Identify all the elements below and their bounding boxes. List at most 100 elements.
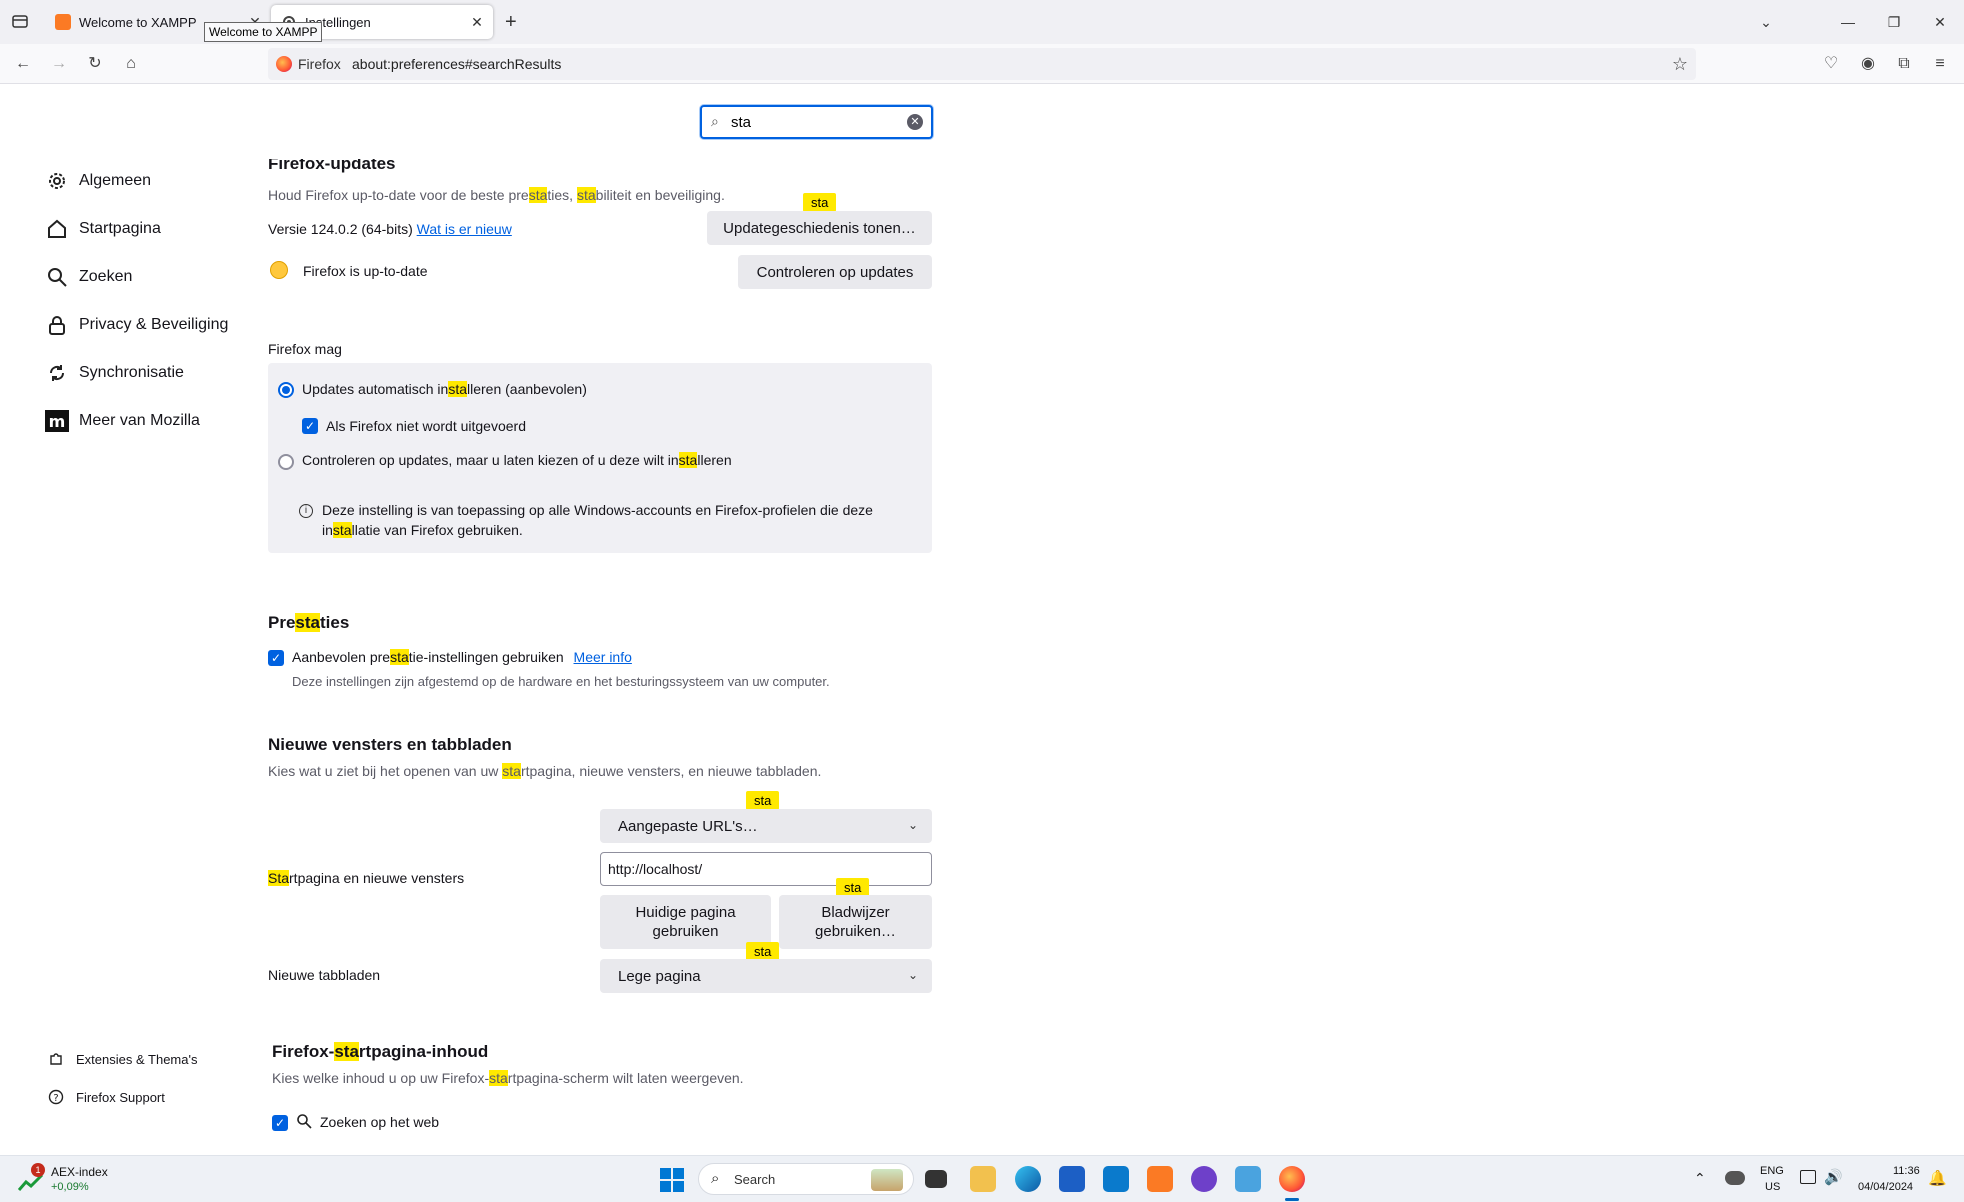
list-all-tabs-icon[interactable] (11, 13, 29, 29)
stock-widget[interactable]: 1 AEX-index +0,09% (18, 1163, 118, 1196)
forward-icon[interactable]: → (49, 54, 69, 74)
text-part: ties, (547, 187, 577, 203)
sidebar-item-privacy[interactable]: Privacy & Beveiliging (45, 311, 228, 339)
xampp-icon[interactable] (1147, 1166, 1173, 1192)
onedrive-icon[interactable] (1725, 1171, 1745, 1185)
sidebar-item-startpagina[interactable]: Startpagina (45, 215, 161, 243)
chevron-down-icon: ⌄ (907, 968, 918, 982)
minimize-icon[interactable]: — (1838, 12, 1858, 32)
sidebar-item-label: Algemeen (79, 172, 152, 189)
reload-icon[interactable]: ↻ (85, 54, 105, 74)
firefox-allow-label: Firefox mag (268, 341, 342, 357)
store-icon[interactable] (1059, 1166, 1085, 1192)
sidebar-item-algemeen[interactable]: Algemeen (45, 167, 151, 195)
search-icon (296, 1113, 312, 1129)
pocket-icon[interactable]: ♡ (1821, 54, 1841, 74)
section-heading-windows: Nieuwe vensters en tabbladen (268, 735, 512, 754)
sidebar-link-extensies[interactable]: Extensies & Thema's (48, 1051, 197, 1067)
tab-overflow-chevron-icon[interactable]: ⌄ (1756, 12, 1776, 32)
checkbox-when-closed[interactable]: ✓ (302, 418, 318, 434)
radio-manual-label: Controleren op updates, maar u laten kie… (302, 452, 732, 468)
control-panel-icon[interactable] (1235, 1166, 1261, 1192)
text-part: Houd Firefox up-to-date voor de beste pr… (268, 187, 529, 203)
use-current-page-button[interactable]: Huidige pagina gebruiken (600, 895, 771, 949)
home-content-description: Kies welke inhoud u op uw Firefox-startp… (272, 1070, 744, 1086)
extensions-icon[interactable]: ⧉ (1894, 54, 1914, 74)
url-bar[interactable]: Firefox about:preferences#searchResults … (268, 48, 1696, 80)
bookmark-star-icon[interactable]: ☆ (1672, 54, 1688, 75)
back-icon[interactable]: ← (13, 54, 33, 74)
search-value[interactable]: sta (731, 114, 751, 131)
home-page-select[interactable]: Aangepaste URL's… ⌄ (600, 809, 932, 843)
search-highlight: sta (334, 1042, 359, 1061)
close-tab-icon[interactable]: ✕ (469, 14, 485, 30)
select-value: Lege pagina (618, 967, 701, 985)
update-history-button[interactable]: Updategeschiedenis tonen… (707, 211, 932, 245)
text-part: Aanbevolen pre (292, 649, 391, 665)
sidebar-link-support[interactable]: ? Firefox Support (48, 1089, 165, 1105)
account-icon[interactable]: ◉ (1858, 54, 1878, 74)
vscode-icon[interactable] (1103, 1166, 1129, 1192)
clear-search-icon[interactable]: ✕ (907, 114, 923, 130)
sidebar-item-meer-van-mozilla[interactable]: m Meer van Mozilla (45, 407, 200, 435)
windows-start-icon[interactable] (660, 1168, 684, 1192)
close-window-icon[interactable]: ✕ (1930, 12, 1950, 32)
volume-icon[interactable]: 🔊 (1824, 1168, 1843, 1186)
github-desktop-icon[interactable] (1191, 1166, 1217, 1192)
sidebar-item-label: Meer van Mozilla (79, 412, 200, 429)
clock-date[interactable]: 04/04/2024 (1858, 1181, 1913, 1193)
sidebar-item-label: Startpagina (79, 220, 161, 237)
network-icon[interactable] (1800, 1170, 1816, 1184)
language-line-2[interactable]: US (1765, 1181, 1780, 1193)
check-updates-button[interactable]: Controleren op updates (738, 255, 932, 289)
use-bookmark-button[interactable]: Bladwijzer gebruiken… (779, 895, 932, 949)
widget-value: +0,09% (51, 1181, 89, 1193)
taskbar-search-box[interactable]: ⌕ Search (698, 1163, 914, 1195)
new-tabs-select[interactable]: Lege pagina ⌄ (600, 959, 932, 993)
preferences-search-input[interactable]: ⌕ sta ✕ (700, 105, 933, 139)
text-part: Firefox- (272, 1042, 335, 1061)
search-bubble: sta (803, 193, 837, 217)
sidebar-item-label: Zoeken (79, 268, 133, 285)
radio-auto-install[interactable] (278, 382, 294, 398)
updates-description: Houd Firefox up-to-date voor de beste pr… (268, 187, 725, 203)
file-explorer-icon[interactable] (970, 1166, 996, 1192)
tray-overflow-chevron-icon[interactable]: ⌃ (1694, 1170, 1706, 1187)
sidebar-item-label: Privacy & Beveiliging (79, 316, 229, 333)
radio-manual[interactable] (278, 454, 294, 470)
identity-label: Firefox (298, 56, 341, 72)
text-part: llatie van Firefox gebruiken. (351, 522, 523, 538)
home-icon[interactable]: ⌂ (121, 54, 141, 74)
sidebar-link-label: Firefox Support (76, 1089, 165, 1105)
task-view-icon[interactable] (925, 1170, 947, 1188)
whats-new-link[interactable]: Wat is er nieuw (417, 221, 512, 237)
search-highlight: sta (489, 1070, 508, 1086)
section-heading-home-content: Firefox-startpagina-inhoud (272, 1042, 488, 1062)
restore-icon[interactable]: ❐ (1884, 12, 1904, 32)
lock-icon (45, 313, 69, 337)
firefox-icon[interactable] (1279, 1166, 1305, 1192)
text-part: biliteit en beveiliging. (595, 187, 725, 203)
tab-tooltip: Welcome to XAMPP (204, 22, 323, 42)
search-highlight-deer-icon (871, 1169, 903, 1191)
text-part: in (322, 522, 333, 538)
more-info-link[interactable]: Meer info (574, 649, 632, 665)
identity-box[interactable]: Firefox (276, 53, 341, 75)
checkbox-web-search[interactable]: ✓ (272, 1115, 288, 1131)
clock-time[interactable]: 11:36 (1893, 1165, 1920, 1177)
sidebar-item-label: Synchronisatie (79, 364, 184, 381)
sidebar-item-zoeken[interactable]: Zoeken (45, 263, 132, 291)
menu-icon[interactable]: ≡ (1930, 54, 1950, 74)
notification-bell-icon[interactable]: 🔔 (1928, 1169, 1947, 1187)
home-url-input[interactable]: http://localhost/ (600, 852, 932, 886)
sidebar-item-synchronisatie[interactable]: Synchronisatie (45, 359, 184, 387)
chevron-down-icon: ⌄ (907, 818, 918, 832)
performance-description: Deze instellingen zijn afgestemd op de h… (292, 674, 830, 689)
url-text[interactable]: about:preferences#searchResults (352, 56, 561, 72)
gear-icon (45, 169, 69, 193)
checkbox-recommended-performance[interactable]: ✓ (268, 650, 284, 666)
edge-icon[interactable] (1015, 1166, 1041, 1192)
new-tab-icon[interactable]: + (505, 11, 517, 34)
search-highlight: sta (678, 452, 698, 468)
language-line-1[interactable]: ENG (1760, 1165, 1784, 1177)
